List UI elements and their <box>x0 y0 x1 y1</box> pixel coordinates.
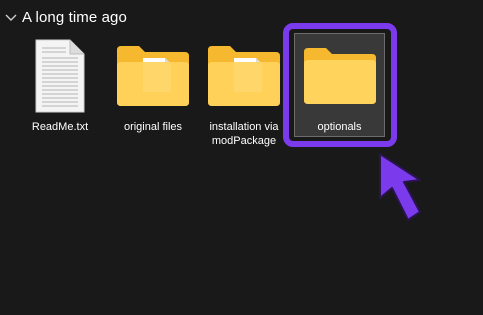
chevron-down-icon[interactable] <box>4 10 18 24</box>
file-label: ReadMe.txt <box>31 121 89 133</box>
folder-item-optionals[interactable]: optionals <box>294 33 385 137</box>
group-header[interactable]: A long time ago <box>4 6 127 28</box>
folder-item-original-files[interactable]: original files <box>107 32 199 142</box>
text-file-icon <box>35 39 85 113</box>
pointer-arrow-icon <box>379 153 421 221</box>
file-explorer-view: A long time ago ReadMe.txt original file… <box>0 0 483 315</box>
folder-label: installation via modPackage <box>209 121 279 147</box>
folder-label: original files <box>123 121 183 133</box>
folder-with-document-icon <box>208 46 280 106</box>
folder-with-document-icon <box>117 46 189 106</box>
folder-icon <box>303 48 376 104</box>
group-title: A long time ago <box>22 8 127 26</box>
folder-item-installation-via-modpackage[interactable]: installation via modPackage <box>198 32 290 147</box>
file-item-readme[interactable]: ReadMe.txt <box>14 32 106 142</box>
folder-label: optionals <box>317 121 362 133</box>
